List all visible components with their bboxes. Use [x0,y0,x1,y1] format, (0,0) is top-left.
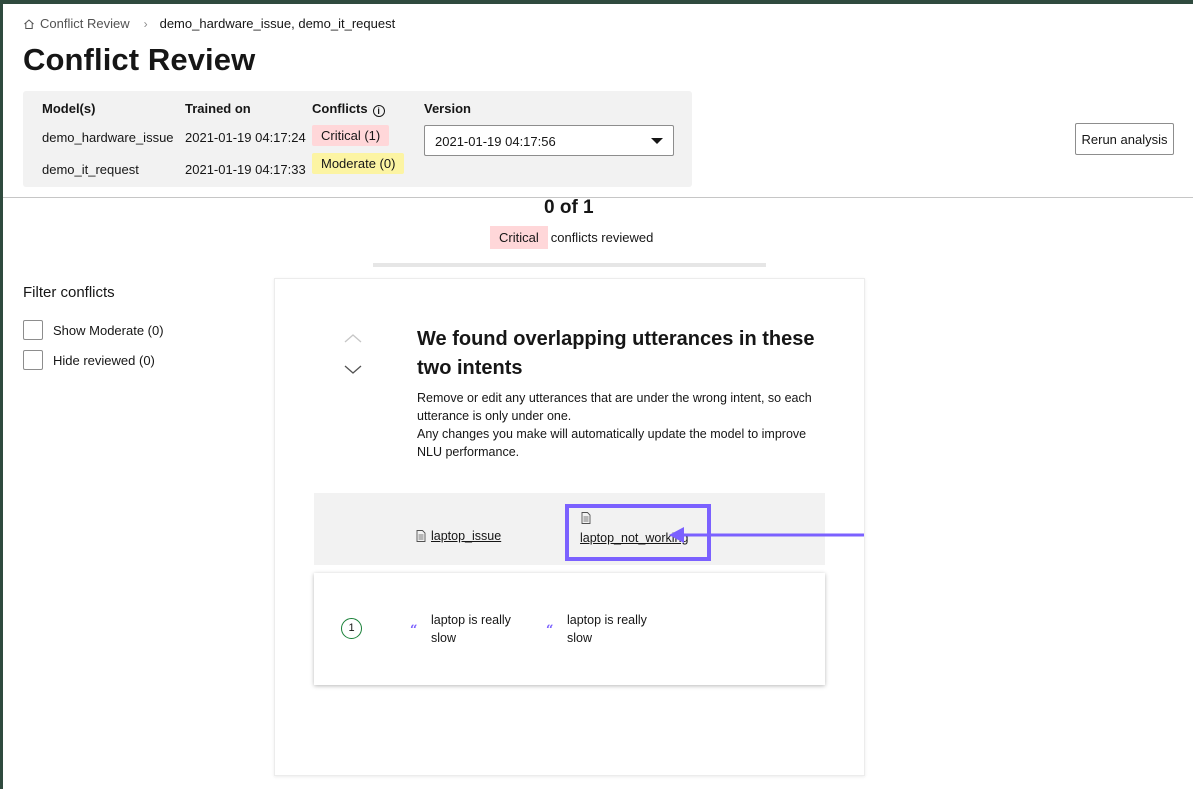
document-icon [416,530,426,542]
hide-reviewed-checkbox[interactable]: Hide reviewed (0) [23,350,155,370]
chevron-up-icon[interactable] [342,331,364,345]
quote-icon: “ [410,623,418,638]
conflict-description-line: Any changes you make will automatically … [417,427,807,459]
checkbox-label: Hide reviewed (0) [53,352,155,368]
conflict-description-line: Remove or edit any utterances that are u… [417,391,812,423]
conflict-heading: We found overlapping utterances in these… [417,328,815,379]
document-icon [581,512,591,524]
show-moderate-checkbox[interactable]: Show Moderate (0) [23,320,164,340]
header-divider [3,197,1193,198]
annotation-arrow-icon [669,527,864,543]
page-title: Conflict Review [23,42,256,77]
quote-icon: “ [546,623,554,638]
review-progress-bar [373,263,766,267]
breadcrumb-current: demo_hardware_issue, demo_it_request [159,16,396,31]
model-info-panel: Model(s) Trained on Conflicts i Version d… [23,91,692,187]
rerun-analysis-button[interactable]: Rerun analysis [1075,123,1174,155]
conflicts-header: Conflicts i [312,101,385,117]
chevron-down-icon[interactable] [342,363,364,377]
caret-down-icon [651,138,663,144]
model-name: demo_hardware_issue [42,130,174,145]
checkbox-label: Show Moderate (0) [53,322,164,338]
intent-label: laptop_issue [431,529,502,543]
model-trained-on: 2021-01-19 04:17:24 [185,130,306,145]
chevron-right-icon: › [143,16,148,31]
breadcrumb: Conflict Review › demo_hardware_issue, d… [23,16,395,31]
moderate-conflicts-tag: Moderate (0) [312,153,405,174]
breadcrumb-root-link[interactable]: Conflict Review [23,16,130,31]
breadcrumb-root-label: Conflict Review [40,16,130,31]
info-icon[interactable]: i [372,105,385,117]
models-header: Model(s) [42,101,96,116]
checkbox-box[interactable] [23,320,43,340]
critical-conflicts-tag: Critical (1) [312,125,390,146]
utterance-right[interactable]: laptop is really slow [567,611,647,647]
version-header: Version [424,101,471,116]
model-name: demo_it_request [42,162,139,177]
review-progress-label: Critical conflicts reviewed [490,226,653,249]
conflicts-header-label: Conflicts [312,101,368,116]
checkbox-box[interactable] [23,350,43,370]
utterance-left[interactable]: laptop is really slow [431,611,511,647]
version-select[interactable]: 2021-01-19 04:17:56 [424,125,674,156]
progress-suffix: conflicts reviewed [550,230,654,245]
trained-on-header: Trained on [185,101,251,116]
filter-conflicts-title: Filter conflicts [23,284,115,301]
review-progress-count: 0 of 1 [544,197,594,218]
utterance-conflict-row: 1 “ laptop is really slow “ laptop is re… [314,573,825,685]
intent-link-laptop-issue[interactable]: laptop_issue [416,529,501,543]
conflict-number-badge: 1 [341,618,362,639]
model-trained-on: 2021-01-19 04:17:33 [185,162,306,177]
critical-tag: Critical [490,226,548,249]
app-frame: Conflict Review › demo_hardware_issue, d… [3,4,1193,789]
version-selected-value: 2021-01-19 04:17:56 [435,134,556,149]
conflict-description: Remove or edit any utterances that are u… [417,389,817,461]
home-icon [24,18,34,29]
